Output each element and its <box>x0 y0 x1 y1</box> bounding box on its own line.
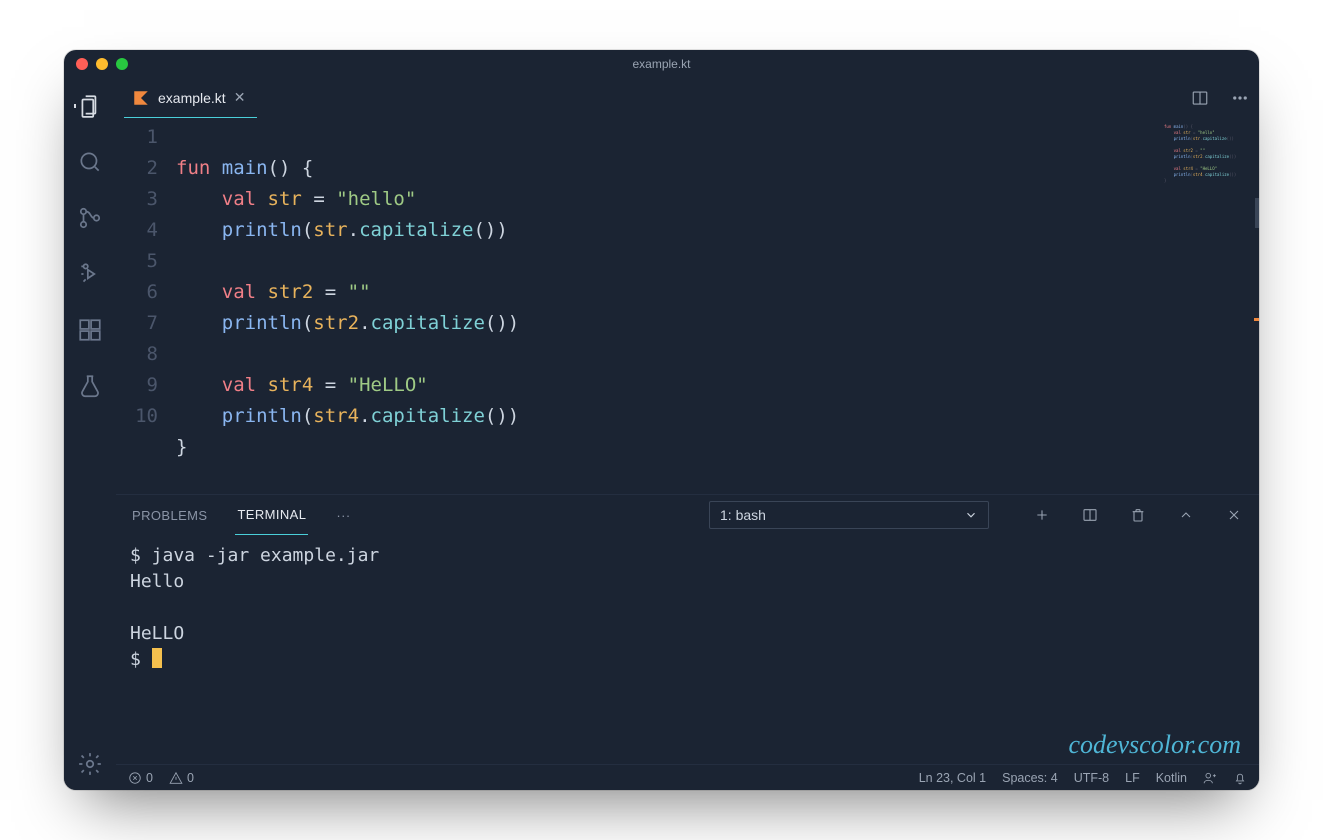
status-warnings[interactable]: 0 <box>169 771 194 785</box>
tab-problems[interactable]: PROBLEMS <box>130 495 209 535</box>
split-editor-icon[interactable] <box>1189 87 1211 109</box>
panel-tabs: PROBLEMS TERMINAL ··· 1: bash <box>116 495 1259 535</box>
search-icon[interactable] <box>76 148 104 176</box>
chevron-down-icon <box>964 508 978 522</box>
debug-icon[interactable] <box>76 260 104 288</box>
new-terminal-icon[interactable] <box>1031 507 1053 523</box>
terminal-selector-label: 1: bash <box>720 507 766 523</box>
source-control-icon[interactable] <box>76 204 104 232</box>
testing-icon[interactable] <box>76 372 104 400</box>
status-cursor-position[interactable]: Ln 23, Col 1 <box>919 771 986 785</box>
watermark-text: codevscolor.com <box>1068 732 1241 758</box>
status-indentation[interactable]: Spaces: 4 <box>1002 771 1058 785</box>
tab-more-icon[interactable]: ··· <box>334 495 352 535</box>
activity-bar <box>64 78 116 790</box>
line-numbers: 12345678910 <box>116 122 176 494</box>
status-eol[interactable]: LF <box>1125 771 1140 785</box>
more-actions-icon[interactable] <box>1229 87 1251 109</box>
terminal-selector[interactable]: 1: bash <box>709 501 989 529</box>
minimap-viewport[interactable] <box>1255 198 1259 228</box>
editor-tabs: example.kt ✕ <box>116 78 1259 118</box>
extensions-icon[interactable] <box>76 316 104 344</box>
kill-terminal-icon[interactable] <box>1127 507 1149 523</box>
code-editor[interactable]: 12345678910 fun main() { val str = "hell… <box>116 118 1164 494</box>
bottom-panel: PROBLEMS TERMINAL ··· 1: bash $ java -ja… <box>116 494 1259 764</box>
editor-group: example.kt ✕ 12345678910 fun main() { va… <box>116 78 1259 790</box>
explorer-icon[interactable] <box>76 92 104 120</box>
app-window: example.kt <box>64 50 1259 790</box>
terminal-output[interactable]: $ java -jar example.jar Hello HeLLO $ co… <box>116 535 1259 764</box>
tab-terminal[interactable]: TERMINAL <box>235 495 308 535</box>
maximize-panel-icon[interactable] <box>1175 507 1197 523</box>
tab-label: example.kt <box>158 90 226 106</box>
kotlin-file-icon <box>132 89 150 107</box>
feedback-icon[interactable] <box>1203 771 1217 785</box>
close-tab-icon[interactable]: ✕ <box>234 89 246 106</box>
code-content: fun main() { val str = "hello" println(s… <box>176 122 1164 494</box>
status-encoding[interactable]: UTF-8 <box>1074 771 1109 785</box>
minimap[interactable]: fun main() { val str = "hello" println(s… <box>1164 118 1259 494</box>
notifications-icon[interactable] <box>1233 771 1247 785</box>
minimap-marker <box>1254 318 1259 321</box>
settings-gear-icon[interactable] <box>76 750 104 778</box>
close-panel-icon[interactable] <box>1223 507 1245 523</box>
status-bar: 0 0 Ln 23, Col 1 Spaces: 4 UTF-8 LF Kotl… <box>116 764 1259 790</box>
status-errors[interactable]: 0 <box>128 771 153 785</box>
terminal-cursor <box>152 648 162 668</box>
window-title: example.kt <box>64 57 1259 71</box>
split-terminal-icon[interactable] <box>1079 507 1101 523</box>
titlebar: example.kt <box>64 50 1259 78</box>
editor-area: 12345678910 fun main() { val str = "hell… <box>116 118 1259 494</box>
status-language[interactable]: Kotlin <box>1156 771 1187 785</box>
tab-example-kt[interactable]: example.kt ✕ <box>124 78 257 118</box>
